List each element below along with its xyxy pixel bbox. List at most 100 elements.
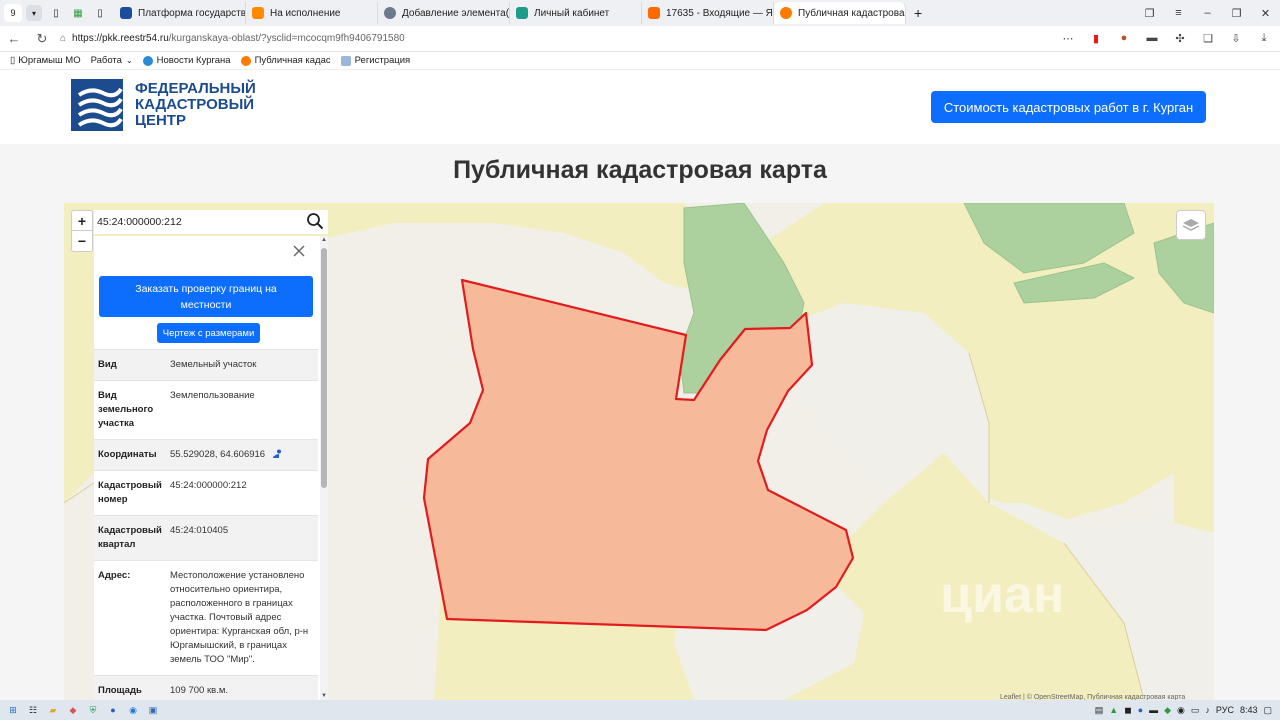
logo-line: ЦЕНТР (135, 112, 186, 129)
coat-of-arms-icon (120, 7, 132, 19)
list-icon (340, 55, 351, 66)
task-view-icon[interactable]: ☷ (26, 703, 40, 717)
tray-app-icon[interactable]: ▬ (1149, 705, 1158, 715)
cadastral-cost-button[interactable]: Стоимость кадастровых работ в г. Курган (931, 91, 1206, 123)
logo-line: КАДАСТРОВЫЙ (135, 96, 255, 113)
info-value: 45:24:000000:212 (170, 480, 247, 491)
info-row: Вид земельного участка Землепользование (94, 380, 318, 439)
bookmark-yurgamysh[interactable]: ▯ Юргамыш МО (10, 55, 81, 66)
yandex-browser-icon[interactable]: ● (106, 703, 120, 717)
tab-title: На исполнение (270, 7, 341, 19)
close-window-icon[interactable]: ✕ (1251, 7, 1280, 20)
tab-platform[interactable]: Платформа государстве (114, 2, 246, 24)
parcel-info-table: Вид Земельный участок Вид земельного уча… (94, 349, 318, 700)
zoom-out-button[interactable]: − (72, 231, 92, 251)
tab-execution[interactable]: На исполнение (246, 2, 378, 24)
info-key: Вид земельного участка (98, 390, 154, 429)
tab-title: Платформа государстве (138, 7, 246, 19)
downloads-icon[interactable]: ⇩ (1228, 30, 1244, 46)
bookmark-label: Регистрация (354, 55, 411, 66)
clock[interactable]: 8:43 (1240, 705, 1258, 715)
puzzle-icon[interactable]: ✣ (1172, 30, 1188, 46)
url-host: https://pkk.reestr54.ru (72, 33, 169, 44)
windows-start-icon[interactable]: ⊞ (6, 703, 20, 717)
zoom-in-button[interactable]: + (72, 211, 92, 231)
taskbar: ⊞ ☷ ▰ ◆ ⛨ ● ◉ ▣ ▤ ▲ ◼ ● ▬ ◆ ◉ ▭ ♪ РУС 8:… (0, 700, 1280, 720)
hat-icon[interactable]: ▬ (1144, 30, 1160, 46)
browser-icon[interactable]: ◉ (126, 703, 140, 717)
cian-watermark: циан (940, 566, 1065, 624)
tab-personal-cabinet[interactable]: Личный кабинет (510, 2, 642, 24)
bookmark-label: Новости Кургана (156, 55, 231, 66)
info-row: Площадь уточненная: 109 700 кв.м. (94, 675, 318, 700)
shield-icon[interactable]: ⛨ (86, 703, 100, 717)
bookmarks-icon[interactable]: ❐ (1135, 7, 1164, 20)
language-indicator[interactable]: РУС (1216, 705, 1234, 715)
url-field[interactable]: ⌂ https://pkk.reestr54.ru /kurganskaya-o… (60, 33, 405, 44)
tray-app-icon[interactable]: ● (1138, 705, 1143, 715)
parcel-polygon[interactable] (422, 278, 855, 632)
bookmark-flag-icon[interactable]: ▮ (1088, 30, 1104, 46)
shield-icon (516, 7, 528, 19)
scroll-up-icon[interactable]: ▲ (321, 237, 327, 243)
tray-app-icon[interactable]: ◆ (1164, 705, 1171, 716)
search-icon[interactable] (306, 212, 324, 230)
info-value: 109 700 кв.м. (170, 685, 228, 696)
bookmark-kurgan-news[interactable]: Новости Кургана (142, 55, 231, 66)
info-row: Кадастровый квартал 45:24:010405 (94, 515, 318, 560)
info-value: Местоположение установлено относительно … (170, 570, 309, 665)
window-controls: ❐ ≡ – ❐ ✕ (1135, 0, 1280, 26)
mail-icon (648, 7, 660, 19)
bookmark-registration[interactable]: Регистрация (340, 55, 411, 66)
app-icon[interactable]: ◆ (66, 703, 80, 717)
cadastral-search-field[interactable]: 45:24:000000:212 (94, 210, 328, 234)
route-pin-icon[interactable] (272, 449, 282, 459)
tab-cadastral-map[interactable]: Публичная кадастрова ✕ (774, 2, 906, 24)
order-boundary-check-button[interactable]: Заказать проверку границ на местности (99, 276, 313, 317)
network-icon[interactable]: ▭ (1191, 705, 1200, 716)
tab-counter[interactable]: 9 (4, 4, 22, 22)
extension-icon[interactable]: ● (1116, 30, 1132, 46)
info-key: Вид (98, 359, 117, 370)
tab-title: Добавление элемента(он (402, 7, 510, 19)
info-row: Адрес: Местоположение установлено относи… (94, 560, 318, 675)
apps-grid-icon[interactable]: ▦ (70, 5, 86, 21)
reload-icon[interactable]: ↻ (28, 31, 56, 47)
scroll-down-icon[interactable]: ▼ (321, 693, 327, 699)
tray-app-icon[interactable]: ▲ (1109, 705, 1118, 715)
chevron-down-icon[interactable]: ▾ (26, 5, 42, 21)
tab-title: 17635 - Входящие — Янд (666, 7, 774, 19)
flame-icon (780, 7, 792, 19)
tray-app-icon[interactable]: ▤ (1095, 705, 1104, 716)
volume-icon[interactable]: ♪ (1205, 705, 1210, 715)
document-icon[interactable]: ▯ (48, 5, 64, 21)
chevron-down-icon: ⌄ (125, 56, 133, 65)
menu-icon[interactable]: ≡ (1164, 7, 1193, 19)
drawing-with-dimensions-button[interactable]: Чертеж с размерами (157, 323, 260, 343)
back-arrow-icon[interactable]: ← (0, 31, 28, 46)
site-logo[interactable]: ФЕДЕРАЛЬНЫЙ КАДАСТРОВЫЙ ЦЕНТР (71, 79, 256, 131)
tray-app-icon[interactable]: ◉ (1177, 705, 1185, 716)
document-app-icon[interactable]: ▣ (146, 703, 160, 717)
layers-button[interactable] (1176, 210, 1206, 240)
search-input[interactable]: 45:24:000000:212 (97, 216, 182, 228)
bookmark-public-map[interactable]: Публичная кадас (240, 55, 331, 66)
more-icon[interactable]: ⋯ (1060, 30, 1076, 46)
panel-scrollbar[interactable]: ▲ ▼ (320, 236, 328, 700)
bookmark-folder-work[interactable]: Работа ⌄ (91, 55, 133, 66)
document-icon[interactable]: ▯ (92, 5, 108, 21)
collections-icon[interactable]: ❏ (1200, 30, 1216, 46)
notifications-icon[interactable]: ▢ (1263, 705, 1272, 716)
restore-icon[interactable]: ❐ (1222, 7, 1251, 20)
news-icon (142, 55, 153, 66)
close-icon[interactable] (292, 244, 306, 258)
new-tab-button[interactable]: + (914, 5, 922, 21)
tray-app-icon[interactable]: ◼ (1124, 705, 1131, 716)
file-explorer-icon[interactable]: ▰ (46, 703, 60, 717)
download-arrow-icon[interactable]: ⤓ (1256, 30, 1272, 46)
minimize-icon[interactable]: – (1193, 7, 1222, 19)
tab-add-element[interactable]: Добавление элемента(он (378, 2, 510, 24)
tab-mail[interactable]: 17635 - Входящие — Янд (642, 2, 774, 24)
scrollbar-thumb[interactable] (321, 248, 327, 488)
info-key: Координаты (98, 449, 157, 460)
